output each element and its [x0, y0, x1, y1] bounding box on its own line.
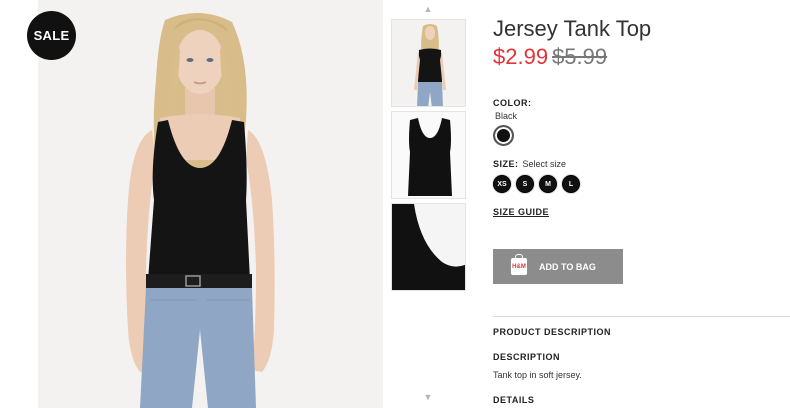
product-description-heading: PRODUCT DESCRIPTION: [493, 327, 612, 337]
divider: [493, 316, 790, 317]
size-label: SIZE:: [493, 159, 519, 169]
price-block: $2.99 $5.99: [493, 44, 607, 70]
product-page: SALE ▲ ▼ Jersey Tank Top $2.99 $5.99 COL…: [0, 0, 790, 408]
size-guide-link[interactable]: SIZE GUIDE: [493, 207, 549, 217]
description-text: Tank top in soft jersey.: [493, 370, 582, 380]
thumbnail-gallery: ▲ ▼: [388, 0, 468, 408]
original-price: $5.99: [552, 44, 608, 69]
model-illustration: [0, 0, 383, 408]
size-options: XS S M L: [493, 175, 580, 193]
thumbnail-model-front[interactable]: [391, 19, 466, 107]
color-value: Black: [495, 111, 518, 121]
add-to-bag-button[interactable]: H&M ADD TO BAG: [493, 249, 623, 284]
color-label: COLOR:: [493, 98, 532, 108]
description-heading: DESCRIPTION: [493, 352, 561, 362]
chevron-up-icon[interactable]: ▲: [388, 2, 468, 16]
size-option-s[interactable]: S: [516, 175, 534, 193]
details-heading[interactable]: DETAILS: [493, 395, 534, 405]
size-option-m[interactable]: M: [539, 175, 557, 193]
size-row: SIZE: Select size: [493, 159, 566, 169]
size-option-l[interactable]: L: [562, 175, 580, 193]
thumbnail-tank-top-flat[interactable]: [391, 111, 466, 199]
product-details: Jersey Tank Top $2.99 $5.99 COLOR: Black …: [493, 0, 790, 408]
size-option-xs[interactable]: XS: [493, 175, 511, 193]
color-swatch-black[interactable]: [493, 125, 514, 146]
shopping-bag-icon: H&M: [511, 254, 527, 275]
thumbnail-tank-top-detail[interactable]: [391, 203, 466, 291]
sale-price: $2.99: [493, 44, 549, 69]
product-title: Jersey Tank Top: [493, 16, 652, 41]
main-product-image: SALE: [0, 0, 383, 408]
size-prompt: Select size: [522, 159, 567, 169]
chevron-down-icon[interactable]: ▼: [388, 390, 468, 404]
sale-badge: SALE: [27, 11, 76, 60]
add-to-bag-label: ADD TO BAG: [539, 261, 596, 272]
